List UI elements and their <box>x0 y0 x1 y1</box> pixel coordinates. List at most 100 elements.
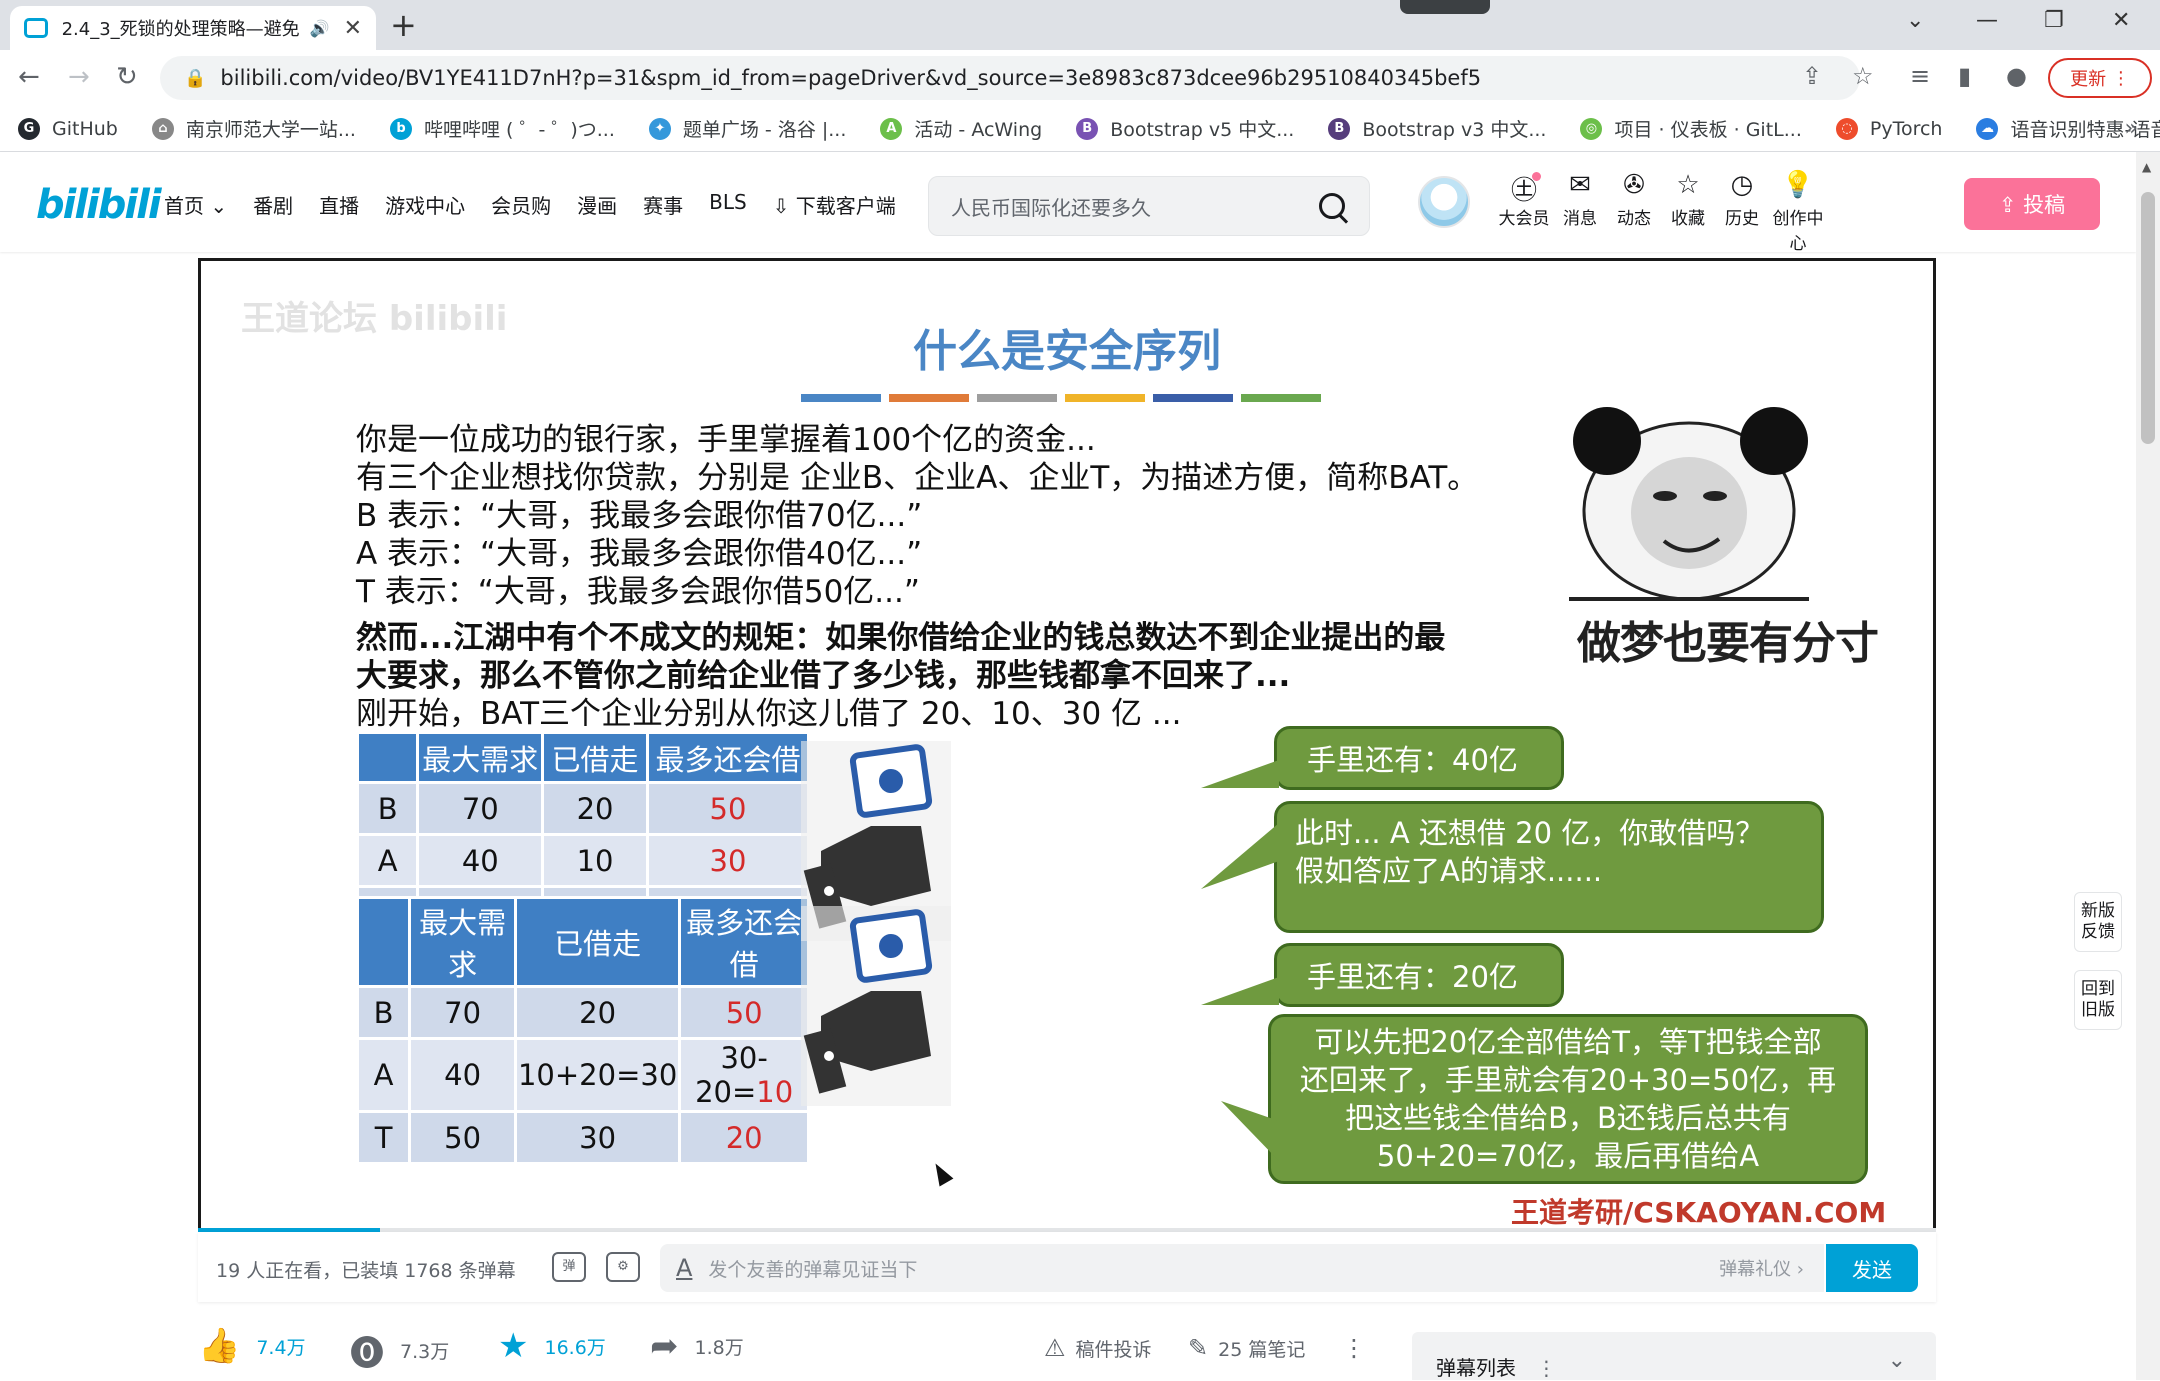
bookmark-favicon-icon: ☁ <box>1976 117 1999 140</box>
nav-item[interactable]: 番剧 <box>253 190 293 219</box>
bilibili-logo[interactable]: bilibili <box>36 182 162 228</box>
update-button[interactable]: 更新 ⋮ <box>2048 58 2152 98</box>
reload-icon[interactable]: ↻ <box>116 62 138 92</box>
profile-icon[interactable]: ● <box>2006 62 2027 90</box>
bookmark-item[interactable]: ◌ PyTorch <box>1835 117 1942 140</box>
danmaku-list-menu-icon[interactable]: ⋮ <box>1536 1356 1556 1380</box>
table-cell: A <box>355 1037 412 1113</box>
table-cell: 30 <box>645 833 811 888</box>
table-cell: 20 <box>513 985 682 1040</box>
slide-paragraph: 你是一位成功的银行家，手里掌握着100个亿的资金... <box>356 422 1096 458</box>
bookmark-item[interactable]: G GitHub <box>18 117 118 140</box>
bookmark-favicon-icon: ◌ <box>1835 117 1858 140</box>
nav-item[interactable]: 漫画 <box>577 190 617 219</box>
back-icon[interactable]: ← <box>18 62 40 92</box>
window-close-button[interactable]: ✕ <box>2112 8 2130 33</box>
more-bookmarks-icon[interactable]: » <box>2125 116 2138 141</box>
header-icon-label: 创作中心 <box>1772 209 1824 254</box>
favorite-button[interactable]: ★ 16.6万 <box>498 1326 606 1366</box>
search-icon[interactable] <box>1319 193 1345 219</box>
table-header: 最大需求 <box>416 731 545 784</box>
danmaku-input[interactable]: A 发个友善的弹幕见证当下 弹幕礼仪 › <box>660 1244 1824 1292</box>
nav-item[interactable]: 赛事 <box>643 190 683 219</box>
meme-caption: 做梦也要有分寸 <box>1577 618 1879 669</box>
bookmark-favicon-icon: ✦ <box>648 117 671 140</box>
share-icon[interactable]: ⇪ <box>1802 62 1822 90</box>
nav-item[interactable]: ⇩ 下载客户端 <box>773 190 896 219</box>
nav-item[interactable]: BLS <box>709 190 747 219</box>
search-box[interactable]: 人民币国际化还要多久 <box>928 176 1370 236</box>
table-cell: 30-20=10 <box>678 1037 810 1113</box>
send-button[interactable]: 发送 <box>1826 1244 1918 1292</box>
user-avatar[interactable] <box>1418 176 1470 228</box>
browser-tab-active[interactable]: 2.4_3_死锁的处理策略—避免 🔊 ✕ <box>10 6 376 50</box>
browser-toolbar: ← → ↻ 🔒 bilibili.com/video/BV1YE411D7nH?… <box>0 50 2160 106</box>
header-icon-0[interactable]: ㊏大会员 <box>1494 170 1554 229</box>
decorative-color-bar <box>801 394 881 402</box>
header-icon-label: 动态 <box>1617 209 1651 229</box>
nav-item[interactable]: 首页 ⌄ <box>164 190 227 219</box>
page-scrollbar[interactable]: ▲ <box>2136 152 2160 1380</box>
header-icon-label: 收藏 <box>1671 209 1705 229</box>
coin-button[interactable]: ⓿ 7.3万 <box>350 1326 449 1375</box>
report-button[interactable]: ⚠ 稿件投诉 <box>1044 1334 1152 1362</box>
scroll-up-icon[interactable]: ▲ <box>2142 160 2151 174</box>
decorative-color-bar <box>1153 394 1233 402</box>
header-icon-2[interactable]: ✇ 动态 <box>1604 170 1664 229</box>
bookmark-item[interactable]: ◎ 项目 · 仪表板 · GitL... <box>1580 115 1802 142</box>
text-style-icon[interactable]: A <box>676 1254 692 1282</box>
nav-item[interactable]: 直播 <box>319 190 359 219</box>
bookmark-item[interactable]: ✦ 题单广场 - 洛谷 |... <box>648 115 846 142</box>
table-header: 最多还会借 <box>645 731 811 784</box>
bookmark-item[interactable]: A 活动 - AcWing <box>880 115 1042 142</box>
notes-icon: ✎ <box>1188 1334 1209 1362</box>
chevron-down-icon[interactable]: ⌄ <box>1888 1348 1906 1373</box>
restore-button[interactable]: ❐ <box>2044 8 2064 33</box>
header-icon-5[interactable]: 💡 创作中心 <box>1768 170 1828 254</box>
danmaku-etiquette-link[interactable]: 弹幕礼仪 › <box>1719 1255 1804 1281</box>
bookmark-item[interactable]: ⌂ 南京师范大学一站... <box>151 115 356 142</box>
bookmark-item[interactable]: B Bootstrap v5 中文... <box>1076 115 1294 142</box>
table-cell: 30 <box>513 1110 682 1165</box>
like-button[interactable]: 👍 7.4万 <box>198 1326 306 1366</box>
tab-close-icon[interactable]: ✕ <box>344 16 362 41</box>
share-button[interactable]: ➦ 1.8万 <box>650 1326 744 1366</box>
header-icon-3[interactable]: ☆ 收藏 <box>1658 170 1718 229</box>
speaker-icon[interactable]: 🔊 <box>310 19 330 38</box>
table-cell: B <box>355 985 412 1040</box>
scrollbar-thumb[interactable] <box>2141 192 2155 444</box>
table-row: A 40 10+20=30 30-20=10 <box>355 1037 810 1113</box>
forward-icon[interactable]: → <box>68 62 90 92</box>
danmaku-settings-icon[interactable]: ⚙ <box>606 1252 640 1282</box>
new-tab-button[interactable]: + <box>390 6 417 44</box>
more-options-icon[interactable]: ⋮ <box>1342 1334 1376 1362</box>
notes-button[interactable]: ✎ 25 篇笔记 <box>1188 1334 1305 1362</box>
share-arrow-icon: ➦ <box>650 1326 679 1366</box>
danmaku-toggle-icon[interactable]: 弹 <box>552 1252 586 1282</box>
search-input[interactable]: 人民币国际化还要多久 <box>951 192 1319 221</box>
coin-count: 7.3万 <box>400 1341 450 1363</box>
slide-title: 什么是安全序列 <box>913 326 1221 377</box>
lock-icon[interactable]: 🔒 <box>184 68 206 89</box>
upload-button[interactable]: ⇪ 投稿 <box>1964 178 2100 230</box>
bookmark-item[interactable]: b 哔哩哔哩 ( ゜- ゜)つ... <box>389 115 615 142</box>
nav-item[interactable]: 游戏中心 <box>385 190 465 219</box>
danmaku-list-header[interactable]: 弹幕列表 ⋮ ⌄ <box>1412 1332 1936 1380</box>
danmaku-placeholder[interactable]: 发个友善的弹幕见证当下 <box>708 1255 1719 1282</box>
address-bar[interactable]: 🔒 bilibili.com/video/BV1YE411D7nH?p=31&s… <box>160 56 1860 100</box>
back-to-old-version-button[interactable]: 回到 旧版 <box>2074 970 2122 1030</box>
header-icon-1[interactable]: ✉ 消息 <box>1550 170 1610 229</box>
minimize-button[interactable]: — <box>1976 8 1998 33</box>
bookmark-item[interactable]: B Bootstrap v3 中文... <box>1328 115 1546 142</box>
video-player[interactable]: 王道论坛 bilibili 什么是安全序列 你是一位成功的银行家，手里掌握着10… <box>198 258 1936 1233</box>
slide-paragraph: B 表示：“大哥，我最多会跟你借70亿...” <box>356 498 923 534</box>
slide-paragraph: T 表示：“大哥，我最多会跟你借50亿...” <box>356 574 920 610</box>
side-panel-icon[interactable]: ▮ <box>1958 62 1971 90</box>
bookmark-star-icon[interactable]: ☆ <box>1852 62 1874 90</box>
tab-search-icon[interactable]: ⌄ <box>1906 8 1924 33</box>
nav-item[interactable]: 会员购 <box>491 190 551 219</box>
media-control-icon[interactable]: ≡ <box>1910 62 1930 90</box>
header-icon-4[interactable]: ◷ 历史 <box>1712 170 1772 229</box>
bubble-tail <box>1201 760 1279 788</box>
new-feedback-button[interactable]: 新版 反馈 <box>2074 892 2122 952</box>
